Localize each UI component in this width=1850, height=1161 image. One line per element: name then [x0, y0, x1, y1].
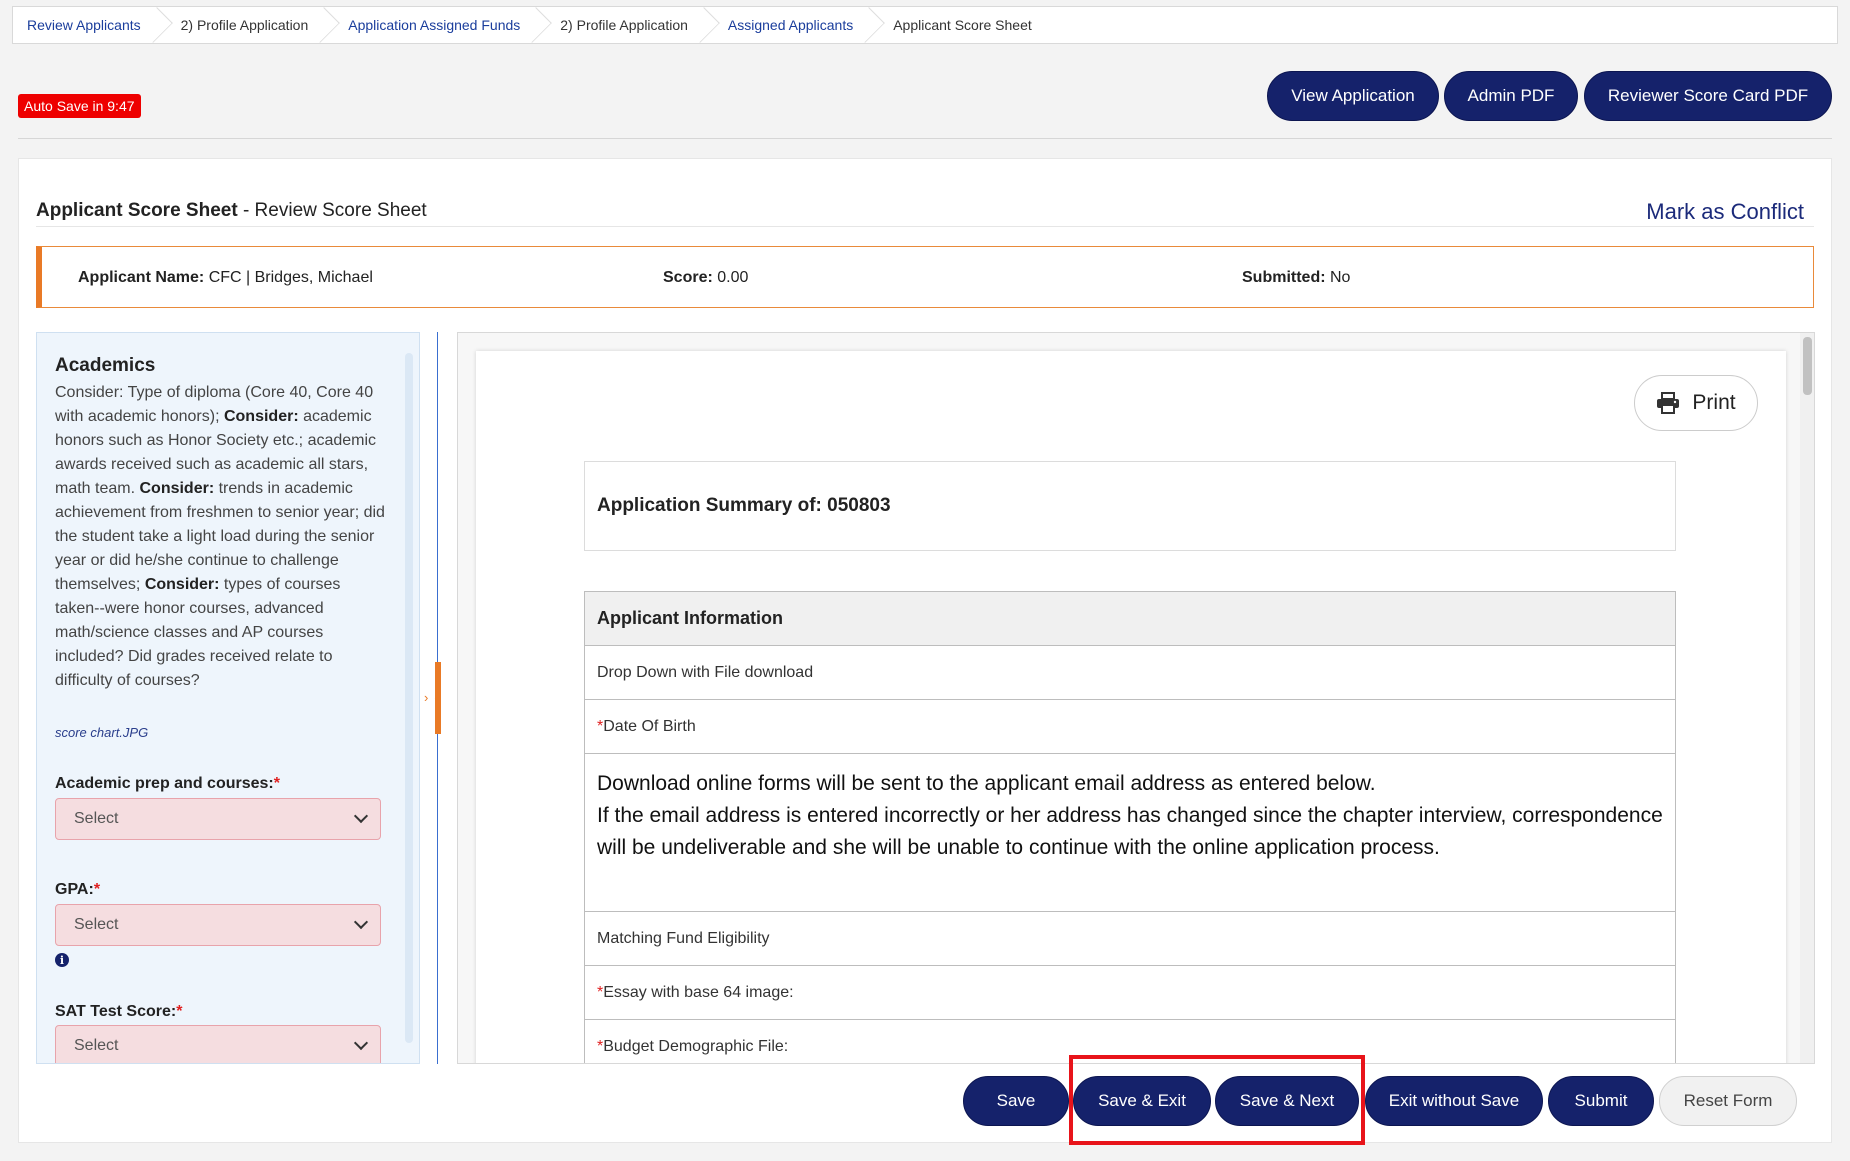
- sat-score-label: SAT Test Score:*: [55, 1003, 182, 1021]
- viewer-scrollbar[interactable]: [1800, 333, 1814, 1063]
- chevron-down-icon: [353, 1035, 369, 1051]
- required-mark: *: [93, 881, 101, 898]
- page-title-sub: - Review Score Sheet: [237, 200, 427, 221]
- section-title: Academics: [55, 355, 156, 376]
- scrollbar-thumb[interactable]: [1803, 337, 1812, 395]
- academic-prep-label: Academic prep and courses:*: [55, 775, 280, 793]
- consider-keyword: Consider:: [144, 576, 220, 593]
- select-value: Select: [74, 810, 119, 827]
- application-viewer: Print Application Summary of: 050803 App…: [457, 332, 1815, 1064]
- view-application-button[interactable]: View Application: [1267, 71, 1439, 121]
- breadcrumb-item: 2) Profile Application: [546, 7, 720, 43]
- table-row: Drop Down with File download: [585, 646, 1675, 700]
- breadcrumb-item[interactable]: Application Assigned Funds: [334, 7, 553, 43]
- save-button[interactable]: Save: [963, 1076, 1069, 1126]
- gpa-label: GPA:*: [55, 881, 100, 899]
- mark-as-conflict-link[interactable]: Mark as Conflict: [1646, 199, 1804, 225]
- notice-line-1: Download online forms will be sent to th…: [597, 772, 1376, 795]
- budget-demographic-label: Budget Demographic File:: [603, 1037, 789, 1055]
- panel-scrollbar[interactable]: [405, 353, 413, 1043]
- essay-label: Essay with base 64 image:: [603, 983, 794, 1001]
- date-of-birth-label: Date Of Birth: [603, 717, 696, 735]
- highlight-box: [1069, 1055, 1365, 1145]
- chevron-down-icon: [353, 808, 369, 824]
- consider-keyword: Consider:: [139, 480, 215, 497]
- select-value: Select: [74, 916, 119, 933]
- required-mark: *: [273, 775, 280, 792]
- print-button[interactable]: Print: [1634, 375, 1758, 431]
- submitted-status: Submitted: No: [1242, 269, 1350, 287]
- submitted-label: Submitted:: [1242, 269, 1326, 286]
- breadcrumb-label: Assigned Applicants: [727, 17, 854, 33]
- info-icon[interactable]: i: [55, 953, 69, 967]
- breadcrumb-item: Applicant Score Sheet: [879, 7, 1058, 43]
- academic-prep-select[interactable]: Select: [55, 798, 381, 840]
- reset-form-button[interactable]: Reset Form: [1659, 1076, 1797, 1126]
- score-label: Score:: [663, 269, 713, 286]
- chevron-down-icon: [353, 914, 369, 930]
- breadcrumb-label: Application Assigned Funds: [348, 17, 521, 33]
- breadcrumb-label: 2) Profile Application: [560, 17, 688, 33]
- applicant-score: Score: 0.00: [663, 269, 748, 287]
- applicant-info-bar: Applicant Name: CFC | Bridges, Michael S…: [36, 246, 1814, 308]
- exit-without-save-button[interactable]: Exit without Save: [1365, 1076, 1543, 1126]
- application-summary-title: Application Summary of: 050803: [584, 461, 1676, 551]
- breadcrumb-label: Review Applicants: [27, 17, 141, 33]
- breadcrumb-label: Applicant Score Sheet: [893, 17, 1032, 33]
- applicant-name-value: CFC | Bridges, Michael: [204, 269, 373, 286]
- table-row: * Date Of Birth: [585, 700, 1675, 754]
- submit-button[interactable]: Submit: [1548, 1076, 1654, 1126]
- gpa-label-text: GPA:: [55, 881, 94, 898]
- breadcrumb-item: 2) Profile Application: [167, 7, 341, 43]
- criteria-panel: Academics Consider: Type of diploma (Cor…: [36, 332, 420, 1064]
- autosave-badge: Auto Save in 9:47: [18, 94, 141, 118]
- divider: [18, 138, 1832, 139]
- table-row: Matching Fund Eligibility: [585, 912, 1675, 966]
- reviewer-score-card-pdf-button[interactable]: Reviewer Score Card PDF: [1584, 71, 1832, 121]
- breadcrumb-item[interactable]: Assigned Applicants: [714, 7, 886, 43]
- score-chart-file-link[interactable]: score chart.JPG: [55, 725, 148, 740]
- table-row: * Essay with base 64 image:: [585, 966, 1675, 1020]
- applicant-info-table: Applicant Information Drop Down with Fil…: [584, 591, 1676, 1063]
- print-label: Print: [1692, 391, 1736, 414]
- table-row: Download online forms will be sent to th…: [585, 754, 1675, 912]
- applicant-name-label: Applicant Name:: [78, 269, 205, 286]
- page-title: Applicant Score Sheet - Review Score She…: [36, 200, 427, 222]
- section-description: Consider: Type of diploma (Core 40, Core…: [55, 381, 385, 693]
- notice-line-2: If the email address is entered incorrec…: [597, 804, 1663, 859]
- application-document: Print Application Summary of: 050803 App…: [476, 351, 1786, 1063]
- collapse-arrows-icon[interactable]: ›‹: [424, 690, 445, 705]
- sat-score-select[interactable]: Select: [55, 1025, 381, 1063]
- required-mark: *: [176, 1003, 183, 1020]
- breadcrumb-item[interactable]: Review Applicants: [13, 7, 173, 43]
- academic-prep-label-text: Academic prep and courses:: [55, 775, 274, 792]
- breadcrumb: Review Applicants 2) Profile Application A…: [12, 6, 1838, 44]
- select-value: Select: [74, 1037, 119, 1054]
- table-header: Applicant Information: [585, 592, 1675, 646]
- printer-icon: [1657, 392, 1680, 414]
- submitted-value: No: [1325, 269, 1351, 286]
- applicant-name: Applicant Name: CFC | Bridges, Michael: [78, 269, 373, 287]
- page-title-main: Applicant Score Sheet: [36, 200, 238, 221]
- consider-keyword: Consider:: [223, 408, 299, 425]
- admin-pdf-button[interactable]: Admin PDF: [1444, 71, 1578, 121]
- breadcrumb-label: 2) Profile Application: [180, 17, 309, 33]
- divider: [36, 226, 1814, 227]
- sat-score-label-text: SAT Test Score:: [55, 1003, 177, 1020]
- gpa-select[interactable]: Select: [55, 904, 381, 946]
- score-value: 0.00: [712, 269, 749, 286]
